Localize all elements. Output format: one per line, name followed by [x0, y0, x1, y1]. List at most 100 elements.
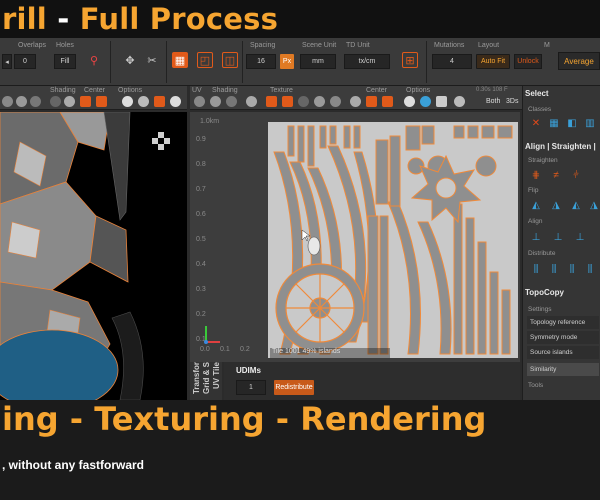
- auto-fit-button[interactable]: Auto Fit: [476, 54, 510, 69]
- pack-group-icon[interactable]: ◫: [222, 52, 238, 68]
- distribute-2-icon[interactable]: ⫼: [547, 262, 561, 276]
- flip-1-icon[interactable]: ◭: [529, 198, 543, 212]
- align-3-icon[interactable]: ⊥: [573, 230, 587, 244]
- uv-center-2-icon[interactable]: [382, 96, 393, 107]
- holes-label: Holes: [56, 42, 74, 49]
- topology-reference-field[interactable]: Topology reference: [527, 316, 599, 329]
- center-cross-icon[interactable]: [80, 96, 91, 107]
- move-icon[interactable]: ✥: [122, 52, 138, 68]
- top-toolbar: ◂ Overlaps 0 Holes Fill ⚲ ✥ ✂ ▦ ◰ ◫ Spac…: [0, 38, 600, 86]
- center-cross-2-icon[interactable]: [96, 96, 107, 107]
- flip-4-icon[interactable]: ◮: [587, 198, 600, 212]
- sphere-icon[interactable]: [138, 96, 149, 107]
- straighten-label: Straighten: [528, 157, 558, 164]
- fill-button[interactable]: Fill: [54, 54, 76, 69]
- u-axis-tick: 0.1: [220, 346, 230, 353]
- similarity-slider[interactable]: Similarity: [527, 363, 599, 376]
- align-straighten-title: Align | Straighten |: [525, 142, 596, 151]
- right-palette: Select Classes ✕ ▦ ◧ ▥ Align | Straighte…: [522, 86, 600, 402]
- align-2-icon[interactable]: ⊥: [551, 230, 565, 244]
- 3d-viewport[interactable]: [0, 112, 187, 400]
- texel-density-icon[interactable]: ⊞: [402, 52, 418, 68]
- shading-matcap-icon[interactable]: [64, 96, 75, 107]
- uv-axis-gizmo: [204, 326, 220, 344]
- source-islands-field[interactable]: Source islands: [527, 346, 599, 359]
- symmetry-mode-field[interactable]: Symmetry mode: [527, 331, 599, 344]
- tab-transfer[interactable]: Transfor: [192, 362, 201, 394]
- background-icon[interactable]: [170, 96, 181, 107]
- select-class-3-icon[interactable]: ▥: [583, 116, 597, 130]
- title-part-1: rill: [2, 2, 47, 36]
- frame-icon[interactable]: [154, 96, 165, 107]
- uv-refresh-icon[interactable]: [420, 96, 431, 107]
- overlap-stepper-left[interactable]: ◂: [2, 54, 12, 69]
- shading-wire-icon[interactable]: [30, 96, 41, 107]
- straighten-2-icon[interactable]: ≠: [549, 168, 563, 182]
- v-axis-tick: 0.9: [196, 136, 206, 143]
- straighten-3-icon[interactable]: ⫩: [569, 168, 583, 182]
- uv-viewport-header: UV Shading Texture Center Options Both 3…: [190, 86, 522, 110]
- bottom-title: ing - Texturing - Rendering: [2, 400, 487, 438]
- uv-tile-canvas[interactable]: [268, 122, 518, 358]
- overlaps-label: Overlaps: [18, 42, 47, 49]
- u-axis-tick: 0.2: [240, 346, 250, 353]
- flip-3-icon[interactable]: ◭: [569, 198, 583, 212]
- uv-label: UV: [192, 87, 202, 94]
- texture-5-icon[interactable]: [330, 96, 341, 107]
- distribute-label: Distribute: [528, 250, 556, 257]
- both-toggle[interactable]: Both: [486, 98, 500, 105]
- pin-remove-icon[interactable]: ⚲: [86, 52, 102, 68]
- classes-label: Classes: [528, 106, 552, 113]
- distribute-3-icon[interactable]: ⫼: [565, 262, 579, 276]
- redistribute-button[interactable]: Redistribute: [274, 380, 314, 395]
- uv-shading-2-icon[interactable]: [210, 96, 221, 107]
- uv-shading-label: Shading: [212, 87, 238, 94]
- uv-light-icon[interactable]: [404, 96, 415, 107]
- pack-islands-icon[interactable]: ◰: [197, 52, 213, 68]
- uv-grid-icon[interactable]: [436, 96, 447, 107]
- uv-shading-3-icon[interactable]: [226, 96, 237, 107]
- select-class-1-icon[interactable]: ▦: [547, 116, 561, 130]
- mutations-field[interactable]: 4: [432, 54, 472, 69]
- texture-1-icon[interactable]: [266, 96, 277, 107]
- scene-unit-select[interactable]: mm: [300, 54, 336, 69]
- screenshot-stage: rill - Full Process ◂ Overlaps 0 Holes F…: [0, 0, 600, 500]
- 3ds-toggle[interactable]: 3Ds: [506, 98, 518, 105]
- knife-icon[interactable]: ✂: [144, 52, 160, 68]
- select-class-2-icon[interactable]: ◧: [565, 116, 579, 130]
- straighten-1-icon[interactable]: ⋕: [529, 168, 543, 182]
- uv-shading-1-icon[interactable]: [194, 96, 205, 107]
- px-unit-button[interactable]: Px: [280, 54, 294, 69]
- distribute-4-icon[interactable]: ⫼: [583, 262, 597, 276]
- texture-4-icon[interactable]: [314, 96, 325, 107]
- distribute-1-icon[interactable]: ⫼: [529, 262, 543, 276]
- v-axis-tick: 0.4: [196, 261, 206, 268]
- flip-2-icon[interactable]: ◮: [549, 198, 563, 212]
- pack-icon[interactable]: ▦: [172, 52, 188, 68]
- overlap-field[interactable]: 0: [14, 54, 36, 69]
- align-1-icon[interactable]: ⊥: [529, 230, 543, 244]
- shading-smooth-icon[interactable]: [16, 96, 27, 107]
- unlock-button[interactable]: Unlock: [514, 54, 542, 69]
- tab-uv-tile[interactable]: UV Tile: [212, 362, 221, 389]
- spacing-field[interactable]: 16: [246, 54, 276, 69]
- uv-center-1-icon[interactable]: [366, 96, 377, 107]
- texture-6-icon[interactable]: [350, 96, 361, 107]
- uv-shading-4-icon[interactable]: [246, 96, 257, 107]
- v-axis-tick: 0.2: [196, 311, 206, 318]
- udim-field[interactable]: 1: [236, 380, 266, 395]
- uv-sphere-icon[interactable]: [454, 96, 465, 107]
- select-title: Select: [525, 89, 549, 98]
- align-label: Align: [528, 218, 543, 225]
- scene-unit-label: Scene Unit: [302, 42, 337, 49]
- shading-checker-icon[interactable]: [50, 96, 61, 107]
- texture-3-icon[interactable]: [298, 96, 309, 107]
- td-unit-select[interactable]: tx/cm: [344, 54, 390, 69]
- light-bulb-icon[interactable]: [122, 96, 133, 107]
- shading-flat-icon[interactable]: [2, 96, 13, 107]
- tab-grid[interactable]: Grid & S: [202, 362, 211, 394]
- 3d-mesh-render: [0, 112, 187, 400]
- texture-2-icon[interactable]: [282, 96, 293, 107]
- clear-selection-icon[interactable]: ✕: [529, 116, 543, 130]
- average-button[interactable]: Average: [558, 52, 600, 70]
